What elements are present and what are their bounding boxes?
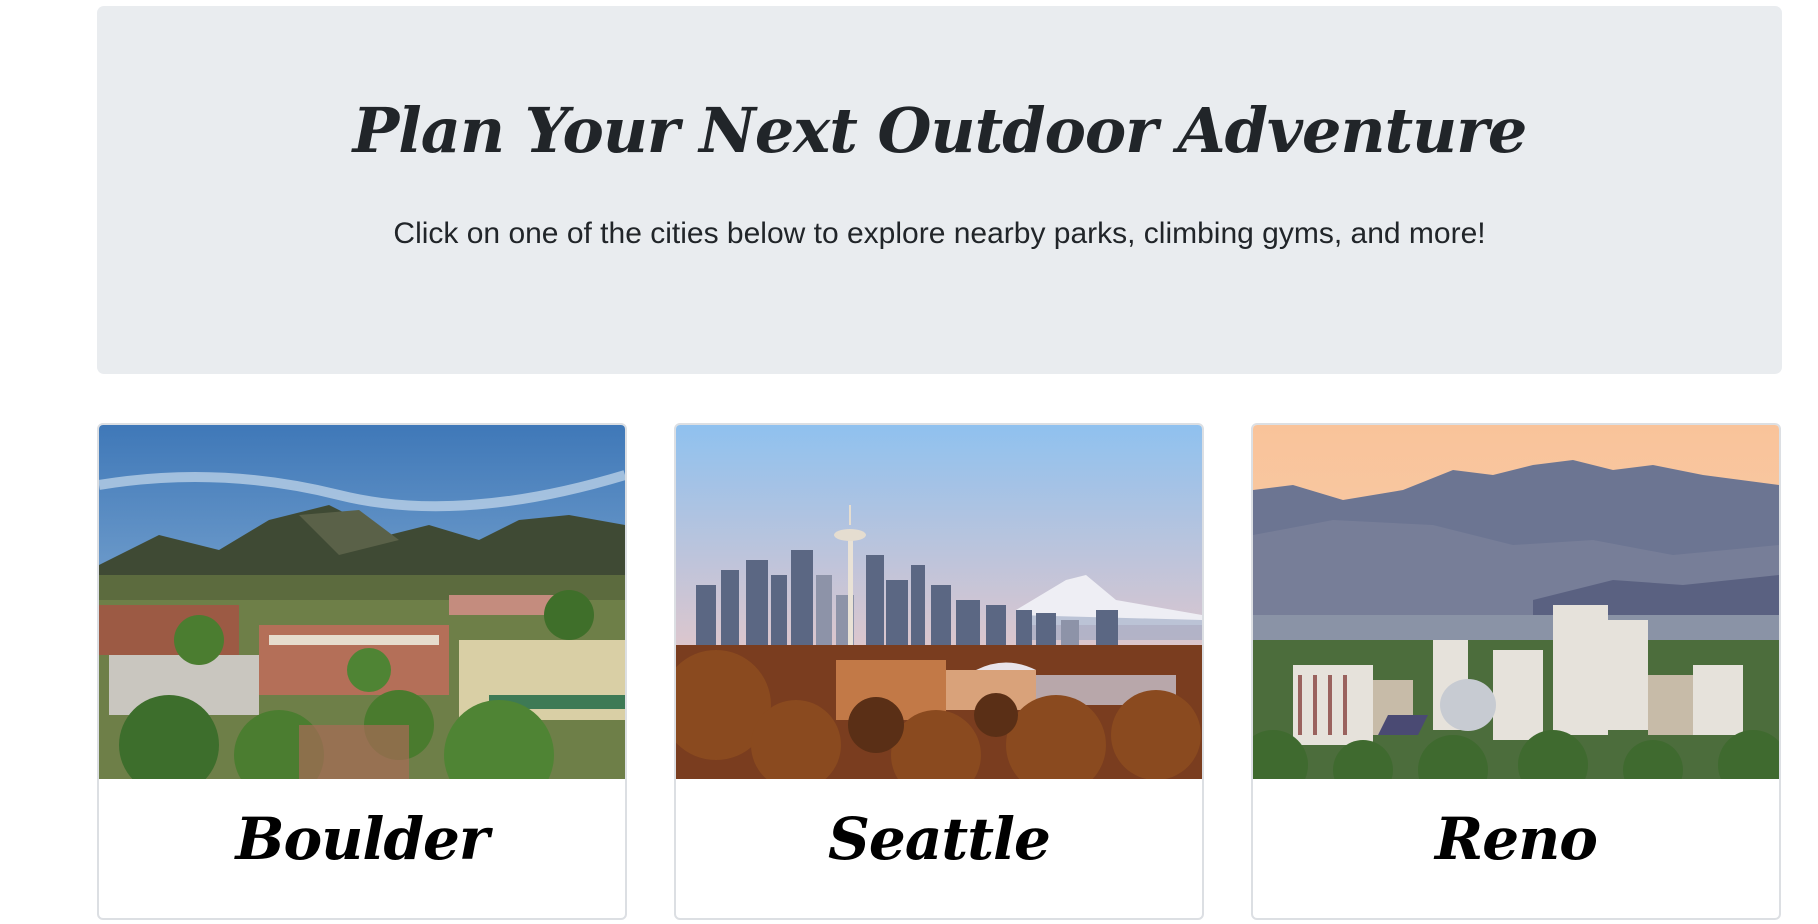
city-name-reno[interactable]: Reno bbox=[1253, 805, 1779, 873]
seattle-image[interactable] bbox=[676, 425, 1202, 779]
hero-jumbotron: Plan Your Next Outdoor Adventure Click o… bbox=[97, 6, 1782, 374]
reno-image[interactable] bbox=[1253, 425, 1779, 779]
city-card-boulder[interactable]: Boulder bbox=[97, 423, 627, 920]
boulder-image[interactable] bbox=[99, 425, 625, 779]
city-name-boulder[interactable]: Boulder bbox=[99, 805, 625, 873]
reno-skyline-image bbox=[1253, 425, 1779, 779]
page-title: Plan Your Next Outdoor Adventure bbox=[352, 94, 1528, 167]
city-name-seattle[interactable]: Seattle bbox=[676, 805, 1202, 873]
boulder-skyline-image bbox=[99, 425, 625, 779]
seattle-skyline-image bbox=[676, 425, 1202, 779]
city-card-seattle[interactable]: Seattle bbox=[674, 423, 1204, 920]
city-card-reno[interactable]: Reno bbox=[1251, 423, 1781, 920]
page-lead: Click on one of the cities below to expl… bbox=[393, 217, 1486, 250]
